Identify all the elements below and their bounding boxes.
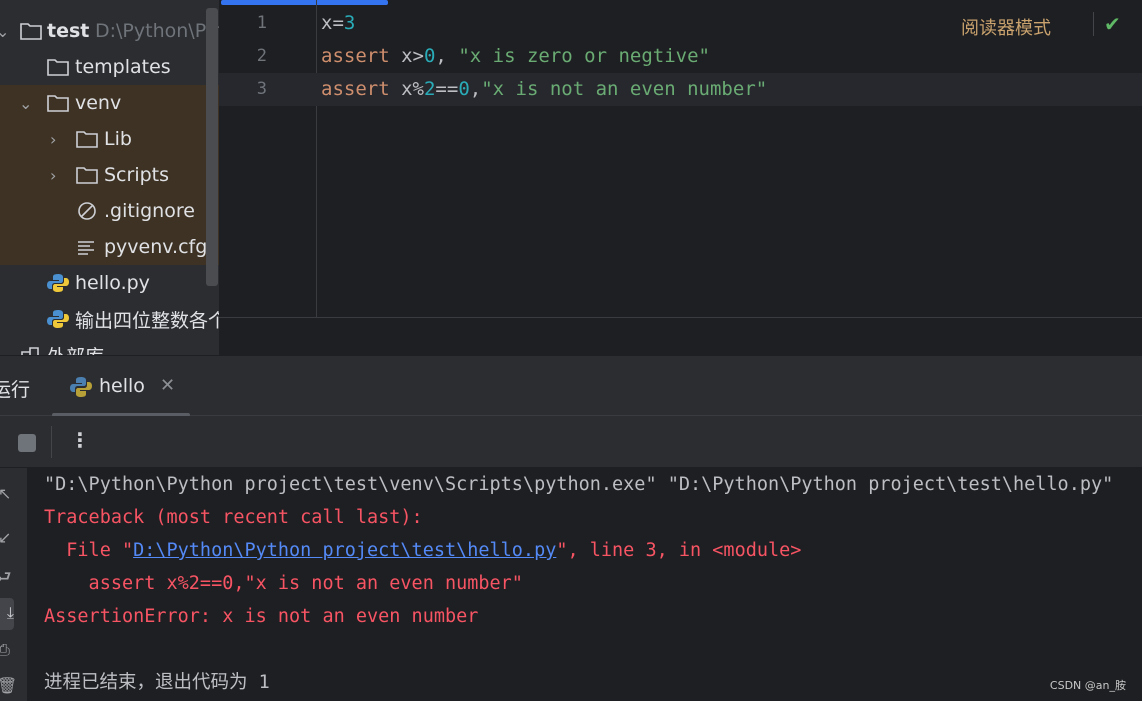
console-line: File "D:\Python\Python project\test\hell… [44, 534, 1113, 567]
tree-item-label: Scripts [104, 164, 170, 186]
project-tree: ⌄ test D:\Python\Python project\test tem… [0, 0, 219, 355]
code-token: 0 [423, 45, 436, 67]
code-token: x> [401, 45, 424, 67]
code-token: "x is not an even number" [481, 78, 768, 100]
file-link[interactable]: D:\Python\Python project\test\hello.py [133, 540, 556, 561]
tree-item[interactable]: ⌄ 外部库 [0, 337, 219, 355]
library-icon [21, 347, 39, 355]
tree-item[interactable]: ⌄ venv [0, 85, 219, 121]
code-token: assert [321, 45, 402, 67]
tree-item[interactable]: .gitignore [0, 193, 219, 229]
code-text: x=3 [321, 7, 355, 40]
code-token: , [469, 78, 482, 100]
stop-icon[interactable] [18, 434, 36, 452]
code-token: x% [401, 78, 424, 100]
root-name: test [47, 20, 90, 42]
reader-mode-button[interactable]: 阅读器模式 [961, 14, 1051, 40]
folder-icon [47, 95, 69, 112]
folder-icon [47, 59, 69, 76]
code-token: 2 [423, 78, 436, 100]
run-panel-title: 运行 [0, 379, 31, 401]
check-icon[interactable]: ✔ [1093, 12, 1121, 36]
python-file-icon [47, 274, 69, 292]
python-file-icon [47, 310, 69, 328]
tab-label: hello [99, 375, 145, 397]
console-text: 进程已结束，退出代码为 1 [44, 672, 270, 693]
tree-item-label: templates [75, 56, 171, 78]
console-text: File " [44, 540, 134, 561]
tree-item-label: venv [75, 92, 122, 114]
tree-item[interactable]: › Scripts [0, 157, 219, 193]
tree-root[interactable]: ⌄ test D:\Python\Python project\test [0, 13, 219, 49]
line-number: 2 [256, 46, 267, 66]
code-token: 0 [458, 78, 470, 100]
console-text: Traceback (most recent call last): [44, 507, 423, 528]
tab-hello[interactable]: hello ✕ [52, 356, 190, 417]
tree-item[interactable]: 输出四位整数各个 [0, 301, 219, 337]
console-text: "D:\Python\Python project\test\venv\Scri… [44, 474, 1114, 495]
console-line: 进程已结束，退出代码为 1 [44, 666, 1113, 699]
code-line[interactable]: 3 assert x%2==0,"x is not an even number" [219, 73, 1142, 106]
tree-item[interactable]: templates [0, 49, 219, 85]
trash-icon[interactable]: 🗑 [0, 676, 17, 695]
toolbar-divider [51, 426, 52, 458]
folder-icon [76, 167, 98, 184]
console-line: Traceback (most recent call last): [44, 501, 1113, 534]
console-side-toolbar: ↖ ↙ ⮐ ⤓ ⎙ 🗑 [0, 468, 27, 701]
scroll-to-end-icon[interactable]: ⤓ [0, 598, 14, 630]
code-token: assert [321, 78, 402, 100]
tree-scrollbar[interactable] [206, 8, 218, 286]
line-number: 1 [256, 13, 267, 33]
close-icon[interactable]: ✕ [160, 375, 175, 396]
text-file-icon [78, 241, 94, 255]
tree-item-label: 外部库 [47, 342, 104, 356]
chevron-down-icon[interactable]: ⌄ [19, 94, 32, 113]
console-line: assert x%2==0,"x is not an even number" [44, 567, 1113, 600]
ignore-file-icon [78, 202, 96, 220]
scroll-up-icon[interactable]: ↖ [0, 484, 11, 503]
tree-item[interactable]: hello.py [0, 265, 219, 301]
python-icon [70, 377, 92, 397]
code-token: "x is zero or negtive" [458, 45, 710, 67]
chevron-right-icon[interactable]: › [50, 166, 56, 185]
chevron-down-icon[interactable]: ⌄ [0, 346, 9, 356]
console-line: AssertionError: x is not an even number [44, 600, 1113, 633]
code-token: x= [321, 12, 344, 34]
chevron-right-icon[interactable]: › [50, 130, 56, 149]
code-text: assert x>0, "x is zero or negtive" [321, 40, 710, 73]
run-tabs: 运行 hello ✕ [0, 355, 1142, 417]
chevron-down-icon[interactable]: ⌄ [0, 22, 9, 41]
console-text: AssertionError: x is not an even number [44, 606, 479, 627]
code-line[interactable]: 2 assert x>0, "x is zero or negtive" [219, 40, 1142, 73]
line-number: 3 [256, 79, 267, 99]
tree-item-label: .gitignore [104, 200, 195, 222]
tree-item-label: Lib [104, 128, 132, 150]
console-text: ", line 3, in <module> [556, 540, 802, 561]
watermark: CSDN @an_胺 [1049, 679, 1126, 692]
code-text: assert x%2==0,"x is not an even number" [321, 73, 767, 106]
folder-icon [20, 23, 42, 40]
tree-item[interactable]: › Lib [0, 121, 219, 157]
tree-item-label: pyvenv.cfg [104, 236, 208, 258]
tree-item-label: hello.py [75, 272, 150, 294]
code-token: == [435, 78, 459, 100]
run-toolbar: ⋮ [0, 416, 1142, 468]
scroll-down-icon[interactable]: ↙ [0, 528, 11, 547]
console-text: assert x%2==0,"x is not an even number" [44, 573, 523, 594]
tree-item[interactable]: pyvenv.cfg [0, 229, 219, 265]
soft-wrap-icon[interactable]: ⮐ [0, 566, 11, 593]
code-editor[interactable]: 1 x=3 2 assert x>0, "x is zero or negtive" 3… [219, 0, 1142, 318]
run-panel: 运行 hello ✕ ⋮ ↖ ↙ ⮐ ⤓ ⎙ 🗑 "D:\Python\Pyth… [0, 355, 1142, 701]
more-options-icon[interactable]: ⋮ [70, 428, 90, 452]
root-path: D:\Python\Python project\test [95, 20, 219, 42]
console-output[interactable]: "D:\Python\Python project\test\venv\Scri… [44, 468, 1113, 699]
code-token: , [435, 45, 459, 67]
code-token: 3 [343, 12, 356, 34]
console-line: "D:\Python\Python project\test\venv\Scri… [44, 468, 1113, 501]
print-icon[interactable]: ⎙ [0, 640, 10, 660]
folder-icon [76, 131, 98, 148]
tree-item-label: 输出四位整数各个 [75, 309, 219, 332]
